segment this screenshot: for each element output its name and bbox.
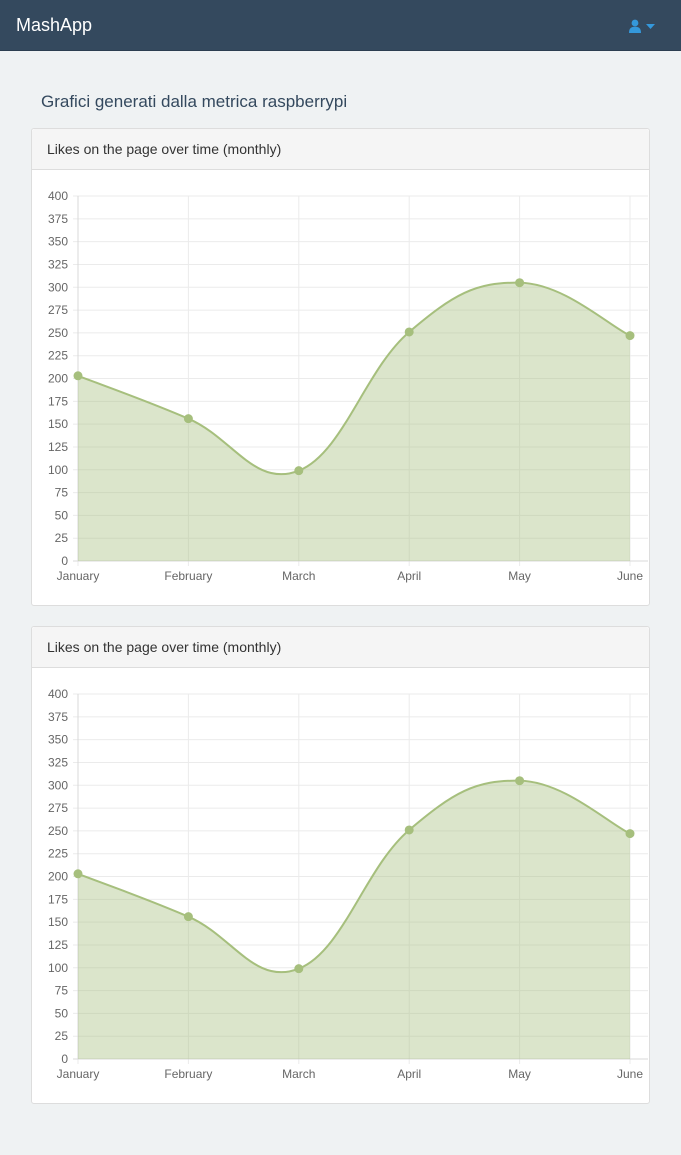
y-tick-label: 125 <box>48 938 68 952</box>
panel-title: Likes on the page over time (monthly) <box>32 129 649 170</box>
panel-title: Likes on the page over time (monthly) <box>32 627 649 668</box>
panel-body: 0 25 50 75 100 125 150 175 200 225 250 275 300 325 350… <box>32 668 649 1103</box>
y-tick-label: 400 <box>48 687 68 701</box>
y-tick-label: 75 <box>55 984 69 998</box>
y-tick-label: 150 <box>48 915 68 929</box>
y-tick-label: 200 <box>48 372 68 386</box>
caret-down-icon <box>646 23 655 29</box>
data-point[interactable] <box>625 331 635 341</box>
x-tick-label: January <box>57 569 100 583</box>
y-tick-label: 400 <box>48 189 68 203</box>
data-point[interactable] <box>73 371 83 381</box>
y-tick-label: 25 <box>55 1029 69 1043</box>
data-point[interactable] <box>294 964 304 974</box>
y-tick-label: 325 <box>48 257 68 271</box>
y-tick-label: 225 <box>48 847 68 861</box>
page-title: Grafici generati dalla metrica raspberry… <box>41 92 348 111</box>
y-tick-label: 350 <box>48 235 68 249</box>
y-tick-label: 250 <box>48 326 68 340</box>
y-tick-label: 0 <box>61 1052 68 1066</box>
user-icon <box>629 19 641 33</box>
y-tick-label: 50 <box>55 508 69 522</box>
chart-panel-1: Likes on the page over time (monthly) 0 2… <box>31 128 650 606</box>
x-tick-label: June <box>617 1067 643 1081</box>
brand-logo-text[interactable]: MashApp <box>16 15 92 35</box>
area-chart: 0 25 50 75 100 125 150 175 200 225 250 275 300 325 350… <box>48 189 648 583</box>
panel-body: 0 25 50 75 100 125 150 175 200 225 250 275 300 325 350… <box>32 170 649 605</box>
y-tick-label: 75 <box>55 486 69 500</box>
data-point[interactable] <box>404 327 414 337</box>
x-tick-label: February <box>164 569 212 583</box>
x-tick-label: April <box>397 569 421 583</box>
y-tick-label: 125 <box>48 440 68 454</box>
x-tick-label: May <box>508 569 531 583</box>
x-tick-label: April <box>397 1067 421 1081</box>
y-tick-label: 25 <box>55 531 69 545</box>
y-tick-label: 175 <box>48 394 68 408</box>
y-tick-label: 300 <box>48 778 68 792</box>
data-point[interactable] <box>404 825 414 835</box>
data-point[interactable] <box>625 829 635 839</box>
area-chart: 0 25 50 75 100 125 150 175 200 225 250 275 300 325 350… <box>48 687 648 1081</box>
y-tick-label: 225 <box>48 349 68 363</box>
x-tick-label: May <box>508 1067 531 1081</box>
data-point[interactable] <box>515 776 525 786</box>
y-tick-label: 50 <box>55 1006 69 1020</box>
top-navbar: MashApp <box>0 0 681 51</box>
data-point[interactable] <box>183 912 193 922</box>
y-tick-label: 375 <box>48 212 68 226</box>
series-area-fill <box>78 282 630 561</box>
chart-panel-2: Likes on the page over time (monthly) 0 2… <box>31 626 650 1104</box>
x-tick-label: June <box>617 569 643 583</box>
y-tick-label: 100 <box>48 463 68 477</box>
user-menu-dropdown[interactable] <box>629 18 655 34</box>
series-area-fill <box>78 780 630 1059</box>
y-tick-label: 300 <box>48 280 68 294</box>
x-tick-label: February <box>164 1067 212 1081</box>
y-tick-label: 325 <box>48 755 68 769</box>
y-tick-label: 350 <box>48 733 68 747</box>
data-point[interactable] <box>294 466 304 476</box>
data-point[interactable] <box>73 869 83 879</box>
x-tick-label: January <box>57 1067 100 1081</box>
x-tick-label: March <box>282 1067 315 1081</box>
y-tick-label: 200 <box>48 870 68 884</box>
data-point[interactable] <box>515 278 525 288</box>
y-tick-label: 275 <box>48 303 68 317</box>
y-tick-label: 100 <box>48 961 68 975</box>
y-tick-label: 0 <box>61 554 68 568</box>
y-tick-label: 250 <box>48 824 68 838</box>
y-tick-label: 375 <box>48 710 68 724</box>
y-tick-label: 175 <box>48 892 68 906</box>
x-tick-label: March <box>282 569 315 583</box>
y-tick-label: 150 <box>48 417 68 431</box>
data-point[interactable] <box>183 414 193 424</box>
y-tick-label: 275 <box>48 801 68 815</box>
